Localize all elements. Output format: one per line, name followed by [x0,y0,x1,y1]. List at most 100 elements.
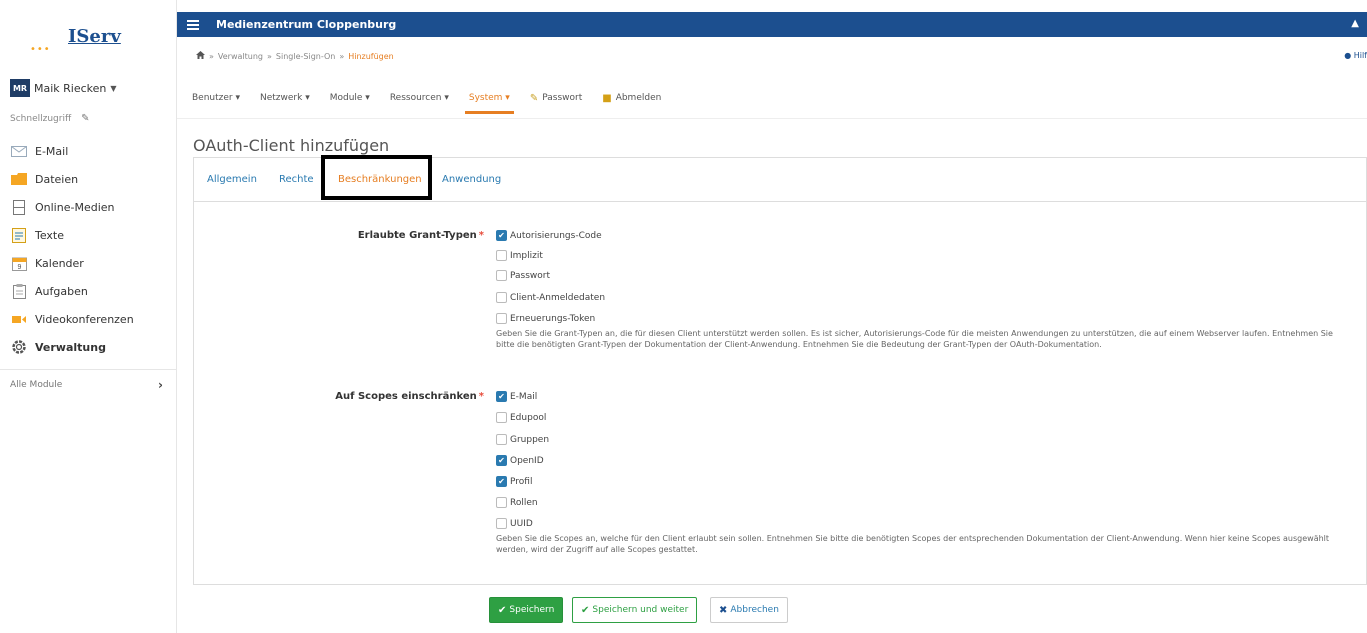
home-icon[interactable] [196,51,205,61]
user-menu[interactable]: MR Maik Riecken ▼ [0,74,177,102]
form-panel: Allgemein Rechte Beschränkungen Anwendun… [193,155,1367,585]
sidebar-item-label: Kalender [35,256,84,270]
pencil-icon[interactable]: ✎ [81,113,89,124]
menu-item-label: System ▾ [468,93,510,103]
grant-option-client-credentials[interactable]: Client-Anmeldedaten [496,292,605,303]
check-icon: ✔ [498,604,507,616]
menu-item-system[interactable]: System ▾ [464,80,514,116]
checkbox-label: Profil [510,476,533,487]
quick-access-header: Schnellzugriff ✎ [10,113,90,124]
sidebar-item-online-media[interactable]: Online-Medien [0,194,177,220]
breadcrumb-current: Hinzufügen [348,51,394,61]
logo-dots: ••• [30,44,51,55]
calendar-icon: 9 [10,255,28,271]
checkbox-icon[interactable] [496,434,507,445]
breadcrumb-separator: » [339,51,345,61]
avatar: MR [10,79,30,97]
checkbox-label: E-Mail [510,391,538,402]
tab-application[interactable]: Anwendung [442,174,501,185]
menu-item-password[interactable]: ✎ Passwort [530,80,582,116]
sidebar-item-calendar[interactable]: 9 Kalender [0,250,177,276]
grant-option-authorization-code[interactable]: ✔ Autorisierungs-Code [496,230,602,241]
checkbox-checked-icon[interactable]: ✔ [496,230,507,241]
scope-option-email[interactable]: ✔ E-Mail [496,391,537,402]
video-icon [10,311,28,327]
menu-item-label: Module ▾ [329,93,370,103]
scope-option-groups[interactable]: Gruppen [496,434,549,445]
menu-item-label: Benutzer ▾ [192,93,240,103]
cancel-button-label: Abbrechen [730,605,779,615]
save-and-continue-label: Speichern und weiter [592,605,689,615]
bell-icon[interactable]: ▲ [1351,18,1359,29]
scope-option-openid[interactable]: ✔ OpenID [496,455,544,466]
menu-item-label: Netzwerk ▾ [260,93,310,103]
hamburger-menu-icon[interactable] [180,12,206,37]
menu-divider [177,118,1367,119]
sidebar-item-label: Dateien [35,172,79,186]
tab-highlight-box [321,155,432,200]
scope-option-roles[interactable]: Rollen [496,497,538,508]
tab-general[interactable]: Allgemein [207,174,257,185]
tab-permissions[interactable]: Rechte [279,174,314,185]
checkbox-checked-icon[interactable]: ✔ [496,391,507,402]
checkbox-icon[interactable] [496,270,507,281]
sidebar-divider [0,369,177,370]
document-icon [10,227,28,243]
page-title: OAuth-Client hinzufügen [193,136,390,155]
sidebar-item-texts[interactable]: Texte [0,222,177,248]
menu-item-users[interactable]: Benutzer ▾ [192,80,240,116]
sidebar-item-email[interactable]: E-Mail [0,138,177,164]
scope-option-uuid[interactable]: UUID [496,518,533,529]
scopes-label-text: Auf Scopes einschränken [335,391,477,402]
sidebar-item-label: E-Mail [35,144,69,158]
checkbox-checked-icon[interactable]: ✔ [496,455,507,466]
checkbox-icon[interactable] [496,292,507,303]
sidebar-item-video-conferences[interactable]: Videokonferenzen [0,306,177,332]
grant-types-label-text: Erlaubte Grant-Typen [357,230,477,241]
lock-icon: ■ [602,92,612,104]
checkbox-icon[interactable] [496,518,507,529]
sidebar: ••• IServ MR Maik Riecken ▼ Schnellzugri… [0,0,177,633]
scope-option-edupool[interactable]: Edupool [496,412,546,423]
grant-option-implicit[interactable]: Implizit [496,250,543,261]
menu-item-logout[interactable]: ■ Abmelden [602,80,661,116]
breadcrumb-item[interactable]: Single-Sign-On [276,52,335,61]
save-button[interactable]: ✔ Speichern [489,597,564,623]
cancel-button[interactable]: ✖ Abbrechen [710,597,788,623]
sidebar-item-administration[interactable]: Verwaltung [0,334,177,360]
sidebar-item-files[interactable]: Dateien [0,166,177,192]
mail-icon [10,143,28,159]
breadcrumb-item[interactable]: Verwaltung [218,52,263,61]
sidebar-item-label: Verwaltung [35,340,106,354]
menu-item-label: Abmelden [615,93,662,103]
checkbox-checked-icon[interactable]: ✔ [496,476,507,487]
help-link[interactable]: ● Hilf [1344,51,1367,60]
checkbox-icon[interactable] [496,250,507,261]
film-icon [10,199,28,215]
grant-option-refresh-token[interactable]: Erneuerungs-Token [496,313,595,324]
checkbox-label: Erneuerungs-Token [510,313,596,324]
clipboard-icon [10,283,28,299]
folder-icon [10,171,28,187]
scopes-help: Geben Sie die Scopes an, welche für den … [496,534,1330,554]
all-modules-link[interactable]: Alle Module › [0,374,177,396]
iserv-logo[interactable]: ••• IServ [30,24,160,60]
sidebar-item-tasks[interactable]: Aufgaben [0,278,177,304]
menu-item-label: Ressourcen ▾ [389,93,449,103]
grant-option-password[interactable]: Passwort [496,270,550,281]
menu-item-modules[interactable]: Module ▾ [330,80,370,116]
gear-icon [10,339,28,355]
checkbox-label: Passwort [510,270,551,281]
checkbox-icon[interactable] [496,313,507,324]
checkbox-icon[interactable] [496,497,507,508]
chevron-down-icon: ▼ [110,83,117,93]
scope-option-profile[interactable]: ✔ Profil [496,476,532,487]
menu-item-network[interactable]: Netzwerk ▾ [260,80,310,116]
menu-item-resources[interactable]: Ressourcen ▾ [390,80,449,116]
sidebar-item-label: Texte [35,228,65,242]
checkbox-icon[interactable] [496,412,507,423]
checkbox-label: Client-Anmeldedaten [510,292,606,303]
checkbox-label: Implizit [510,250,543,261]
save-and-continue-button[interactable]: ✔ Speichern und weiter [572,597,698,623]
svg-text:9: 9 [17,264,21,271]
